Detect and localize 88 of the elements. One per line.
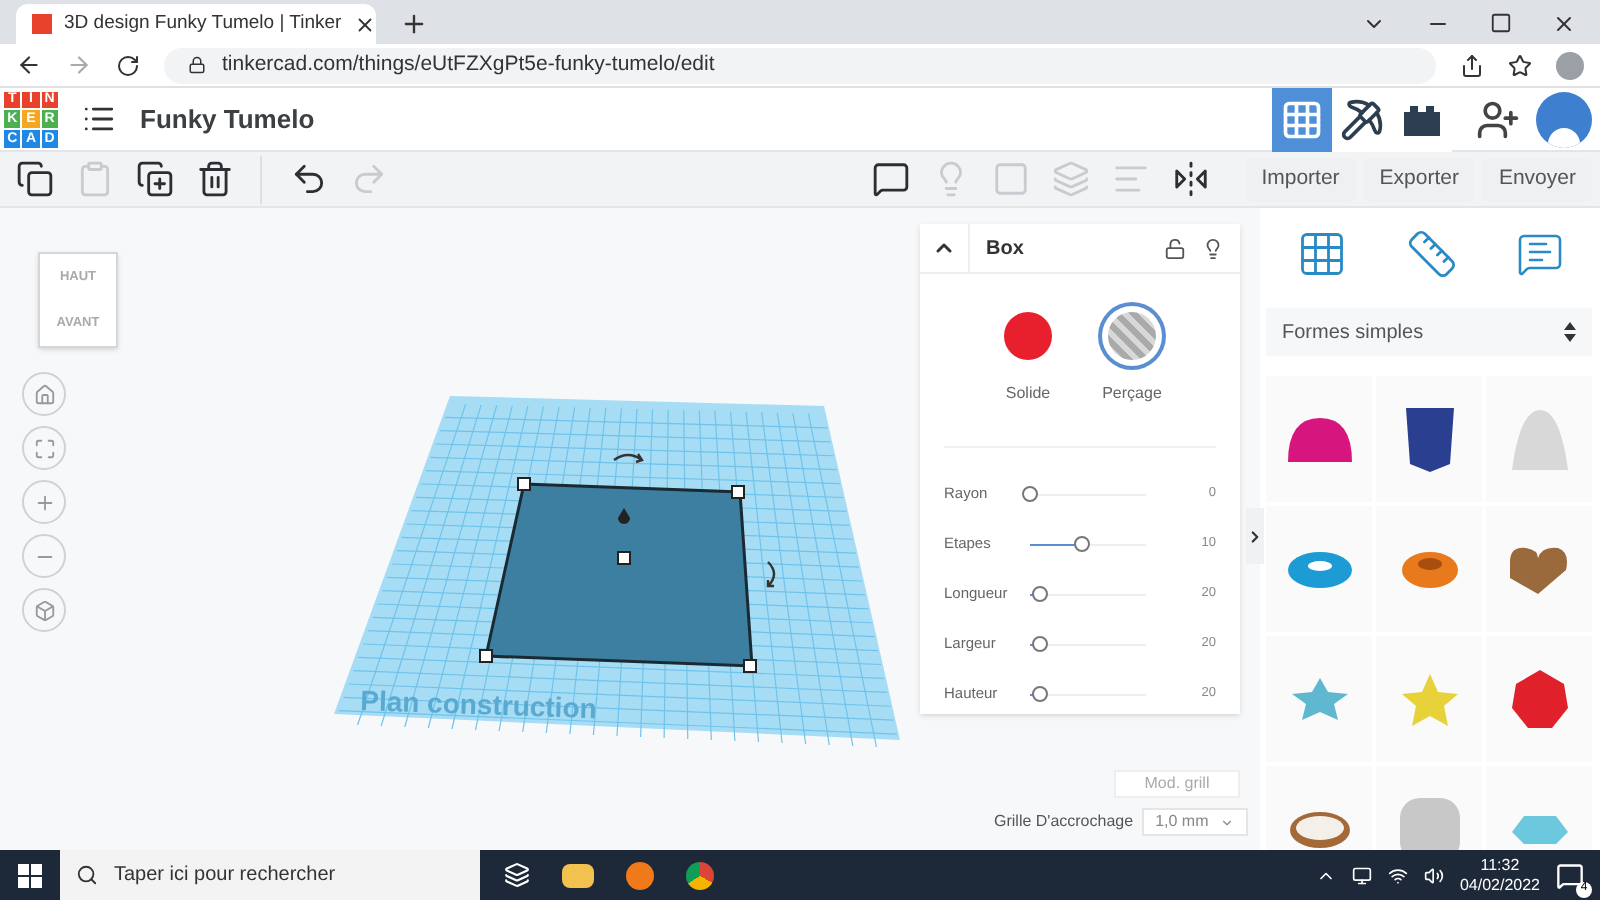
shape-name[interactable]: Box [986,233,1164,263]
bookmark-star-icon[interactable] [1508,53,1532,77]
selected-box-drawing[interactable] [479,477,757,673]
parameter-slider[interactable] [1030,536,1146,552]
lock-icon [188,56,206,74]
shape-tile[interactable] [1376,636,1482,762]
rotate-handle-icon[interactable] [766,560,776,588]
panel-toggle-button[interactable] [1246,508,1264,564]
clipboard-icon [75,160,113,198]
clock-time: 11:32 [1480,855,1520,875]
user-avatar[interactable] [1536,91,1592,147]
parameter-slider[interactable] [1030,686,1146,702]
close-icon[interactable] [1552,12,1576,36]
grid-icon [1280,97,1324,141]
fit-view-button[interactable] [22,426,66,470]
workplane-label: Plan construction [359,684,598,725]
undo-icon [289,160,327,198]
zoom-in-icon [33,491,55,513]
monitor-icon[interactable] [1351,865,1372,885]
tab-title: 3D design Funky Tumelo | Tinker [64,9,342,38]
search-icon [76,864,98,886]
clock-date: 04/02/2022 [1459,875,1540,895]
shape-tile[interactable] [1376,506,1482,632]
shape-tile[interactable] [1486,376,1592,502]
speaker-icon[interactable] [1423,865,1444,885]
perspective-button[interactable] [22,588,66,632]
folder-app-icon[interactable] [562,863,594,887]
network-icon[interactable] [1387,865,1408,885]
new-tab-icon[interactable] [400,10,428,38]
windows-logo-icon[interactable] [18,863,42,887]
favicon-icon [32,14,52,34]
toolbar-text-button[interactable]: Envoyer [1482,157,1592,201]
home-icon [33,383,55,405]
browser-app-icon[interactable] [686,861,714,889]
back-icon[interactable] [16,52,42,78]
shape-tile[interactable] [1486,636,1592,762]
shape-tile[interactable] [1266,376,1372,502]
layers-icon [1052,160,1091,198]
grid-icon[interactable] [1295,228,1347,280]
menu-icon[interactable] [82,102,116,136]
maximize-icon[interactable] [1490,12,1512,34]
toolbar-text-button[interactable]: Importer [1245,157,1356,201]
address-field[interactable]: tinkercad.com/things/eUtFZXgPt5e-funky-tumelo/edit [164,47,1436,83]
solid-option[interactable]: Solide [998,306,1058,406]
duplicate-icon [135,160,173,198]
brick-icon [1400,103,1444,135]
caret-icon [1219,815,1234,829]
parameter-slider[interactable] [1030,586,1146,602]
lightbulb-icon[interactable] [1202,237,1224,259]
shape-tile[interactable] [1486,506,1592,632]
reload-icon[interactable] [116,53,140,77]
trash-icon [195,160,233,198]
design-title[interactable]: Funky Tumelo [140,99,315,139]
chevron-right-icon [1246,527,1264,545]
shape-tile[interactable] [1266,506,1372,632]
rotate-handle-icon[interactable] [612,452,644,464]
shape-tile[interactable] [1376,376,1482,502]
snap-grid-label: Grille D'accrochage [994,810,1134,834]
taskbar-search-field[interactable]: Taper ici pour rechercher [60,850,480,900]
speech-bubble-icon [872,160,911,198]
snap-grid-select[interactable]: 1,0 mm [1141,808,1248,836]
url-text: tinkercad.com/things/eUtFZXgPt5e-funky-tumelo/edit [222,49,715,80]
square-icon [992,160,1031,198]
toolbar-text-button[interactable]: Exporter [1363,157,1475,201]
perspective-icon [33,599,55,621]
copy-icon [15,160,53,198]
task-view-icon[interactable] [504,862,530,888]
pickaxe-icon [1340,97,1384,141]
shape-tile[interactable] [1266,636,1372,762]
close-icon[interactable] [353,13,376,35]
profile-avatar-icon[interactable] [1556,51,1584,79]
notifications-icon[interactable] [1556,861,1584,889]
note-icon[interactable] [1515,230,1563,278]
parameter-slider[interactable] [1030,636,1146,652]
hole-option[interactable]: Perçage [1102,306,1162,406]
add-user-icon[interactable] [1476,97,1520,141]
lock-open-icon[interactable] [1164,237,1186,259]
category-select[interactable]: Formes simples [1266,308,1592,356]
mirror-icon [1172,160,1211,198]
browser-tab[interactable]: 3D design Funky Tumelo | Tinker [16,4,376,44]
home-button[interactable] [22,372,66,416]
redo-icon [349,160,387,198]
share-icon[interactable] [1460,53,1484,77]
browser-app-icon[interactable] [626,861,654,889]
ruler-icon[interactable] [1405,228,1457,280]
align-icon [1112,160,1151,198]
fit-view-icon [33,437,55,459]
up-down-caret-icon [1564,322,1576,342]
